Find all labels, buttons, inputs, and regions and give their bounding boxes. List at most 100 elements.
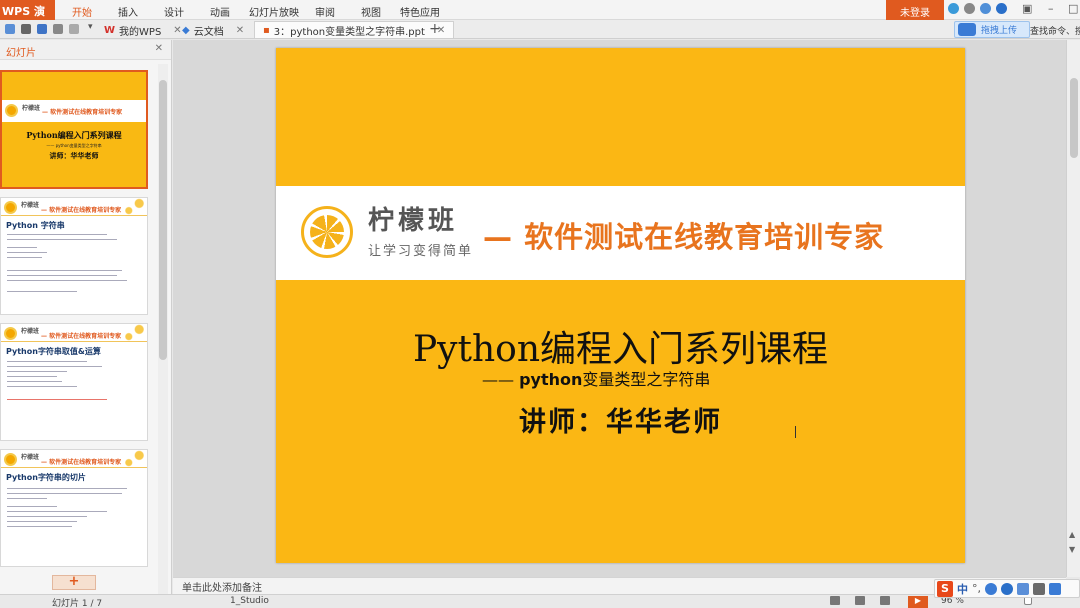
text-line <box>7 521 77 522</box>
undo-icon[interactable] <box>53 24 63 34</box>
add-slide-button[interactable]: + <box>52 575 96 590</box>
text-line <box>7 366 102 367</box>
drag-upload-button[interactable]: 拖拽上传 <box>954 21 1030 38</box>
keyboard-icon[interactable] <box>1017 582 1029 595</box>
prev-slide-icon[interactable]: ▲ <box>1069 530 1075 539</box>
thumb-teacher: 讲师：华华老师 <box>49 151 99 160</box>
new-tab-icon[interactable]: + <box>429 21 441 37</box>
tab-cloud-docs[interactable]: ◆ 云文档 ✕ <box>182 21 244 38</box>
menu-slideshow[interactable]: 幻灯片放映 <box>249 4 299 19</box>
punctuation-icon[interactable]: °, <box>972 582 981 595</box>
close-icon[interactable]: ✕ <box>173 25 181 36</box>
preview-icon[interactable] <box>37 24 47 34</box>
text-line <box>7 361 87 362</box>
sogou-icon[interactable]: S <box>937 580 953 597</box>
thumb-header: 柠檬班 — 软件测试在线教育培训专家 <box>1 324 147 342</box>
slide-thumbnail-3[interactable]: 柠檬班 — 软件测试在线教育培训专家 Python字符串取值&运算 <box>0 323 148 441</box>
app-menu-button[interactable]: WPS 演示▾ <box>0 0 55 34</box>
text-line <box>7 275 117 276</box>
text-line <box>7 386 77 387</box>
tab-current-document[interactable]: ▪ 3：python变量类型之字符串.ppt ✕ <box>254 21 455 38</box>
normal-view-icon[interactable] <box>830 596 840 605</box>
thumb-tagline: — 软件测试在线教育培训专家 <box>41 459 122 466</box>
sorter-view-icon[interactable] <box>855 596 865 605</box>
text-line <box>7 506 57 507</box>
menu-home[interactable]: 开始 <box>72 4 92 19</box>
wps-icon: W <box>104 25 116 36</box>
chevron-down-icon[interactable]: ▾ <box>88 22 98 32</box>
thumb-brand: 柠檬班 <box>21 202 40 209</box>
thumb-brand: 柠檬班 <box>21 328 40 335</box>
slides-pane-header: 幻灯片 ✕ <box>0 40 171 60</box>
notes-pane[interactable]: 单击此处添加备注 <box>173 577 1066 594</box>
text-line <box>7 247 37 248</box>
restore-icon[interactable]: ▣ <box>1022 2 1032 15</box>
text-line <box>7 252 47 253</box>
new-icon[interactable] <box>5 24 15 34</box>
text-line <box>7 511 107 512</box>
current-slide[interactable]: 柠檬班 让学习变得简单 — 软件测试在线教育培训专家 Python编程入门系列课… <box>276 48 965 563</box>
editor-scrollbar[interactable]: ▲ ▼ <box>1066 40 1080 577</box>
menu-special[interactable]: 特色应用 <box>400 4 440 19</box>
thumb-header: 柠檬班 — 软件测试在线教育培训专家 <box>1 450 147 468</box>
thumb-brand: 柠檬班 <box>21 454 40 461</box>
tagline: — 软件测试在线教育培训专家 <box>483 220 885 254</box>
course-subtitle[interactable]: —— python变量类型之字符串 <box>482 366 710 390</box>
lemon-logo-icon <box>301 206 353 258</box>
thumb-heading: Python 字符串 <box>6 221 65 230</box>
close-icon[interactable]: ✕ <box>236 25 244 36</box>
find-command-input[interactable]: 查找命令、搜 <box>1030 24 1080 37</box>
reading-view-icon[interactable] <box>880 596 890 605</box>
skin-icon[interactable] <box>1033 582 1045 595</box>
microphone-icon[interactable] <box>1001 582 1013 595</box>
thumb-tagline: — 软件测试在线教育培训专家 <box>41 333 122 340</box>
teacher-name[interactable]: 讲师：华华老师 <box>276 400 965 439</box>
course-title[interactable]: Python编程入门系列课程 <box>276 320 965 372</box>
text-line <box>7 371 67 372</box>
thumb-banner: 柠檬班 — 软件测试在线教育培训专家 <box>2 100 146 122</box>
share-icon[interactable] <box>980 3 991 14</box>
maximize-icon[interactable]: □ <box>1068 2 1078 15</box>
play-icon[interactable]: ▶ <box>908 596 928 608</box>
print-icon[interactable] <box>21 24 31 34</box>
help-icon[interactable] <box>996 3 1007 14</box>
redo-icon[interactable] <box>69 24 79 34</box>
minimize-icon[interactable]: – <box>1048 2 1054 15</box>
logo-icon <box>4 327 17 340</box>
skin-icon[interactable] <box>948 3 959 14</box>
pane-close-icon[interactable]: ✕ <box>155 43 163 54</box>
settings-icon[interactable] <box>964 3 975 14</box>
slides-pane: 幻灯片 ✕ 柠檬班 — 软件测试在线教育培训专家 Python编程入门系列课程 —… <box>0 40 172 595</box>
login-button[interactable]: 未登录 <box>886 0 944 20</box>
lemon-decoration-icon <box>121 198 147 216</box>
menu-insert[interactable]: 插入 <box>118 4 138 19</box>
subtitle-keyword: python <box>519 370 583 389</box>
logo-icon <box>5 104 18 117</box>
menu-view[interactable]: 视图 <box>361 4 381 19</box>
tab-bar: ▾ W 我的WPS ✕ ◆ 云文档 ✕ ▪ 3：python变量类型之字符串.ppt ✕ + <box>0 20 1080 39</box>
next-slide-icon[interactable]: ▼ <box>1069 545 1075 554</box>
cloud-icon: ◆ <box>182 25 190 36</box>
text-line <box>7 280 127 281</box>
slide-counter: 幻灯片 1 / 7 <box>52 599 103 608</box>
status-bar: 幻灯片 1 / 7 1_Studio ▶ 96 % <box>0 594 1080 608</box>
subtitle-text: 变量类型之字符串 <box>582 370 711 389</box>
editor-scrollbar-thumb[interactable] <box>1070 78 1078 158</box>
slide-thumbnail-1[interactable]: 柠檬班 — 软件测试在线教育培训专家 Python编程入门系列课程 —— pyt… <box>0 70 148 189</box>
slide-thumbnail-4[interactable]: 柠檬班 — 软件测试在线教育培训专家 Python字符串的切片 <box>0 449 148 567</box>
ime-mode[interactable]: 中 <box>957 581 968 597</box>
theme-name: 1_Studio <box>230 596 269 606</box>
toolbox-icon[interactable] <box>1049 582 1061 595</box>
menu-animation[interactable]: 动画 <box>210 4 230 19</box>
tab-my-wps[interactable]: W 我的WPS ✕ <box>104 21 182 38</box>
lemon-decoration-icon <box>121 450 147 468</box>
menu-design[interactable]: 设计 <box>164 4 184 19</box>
emoji-icon[interactable] <box>985 582 997 595</box>
slide-thumbnail-2[interactable]: 柠檬班 — 软件测试在线教育培训专家 Python 字符串 <box>0 197 148 315</box>
text-line <box>7 270 122 271</box>
text-line <box>7 498 47 499</box>
lemon-slice-icon <box>310 215 344 249</box>
text-line <box>7 376 57 377</box>
slides-scrollbar-thumb[interactable] <box>159 80 167 360</box>
menu-review[interactable]: 审阅 <box>315 4 335 19</box>
